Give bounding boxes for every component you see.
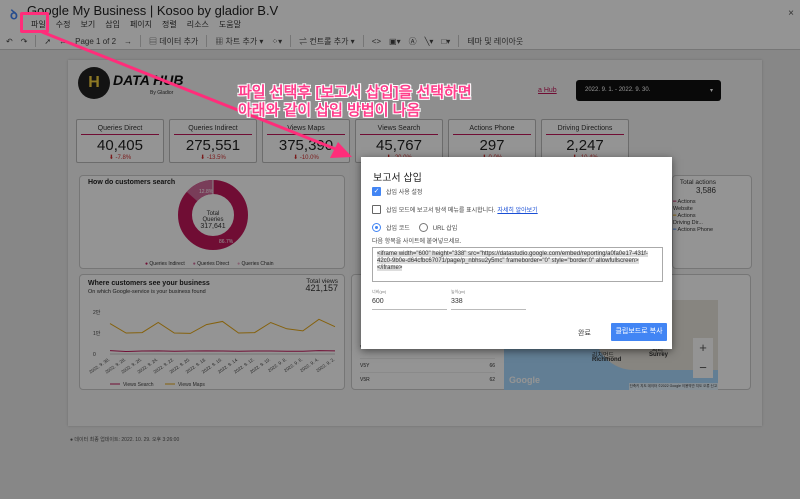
annotation-text: 파일 선택후 [보고서 삽입]을 선택하면 아래와 같이 삽입 방법이 나옴: [238, 84, 472, 120]
annotation-line-2: 아래와 같이 삽입 방법이 나옴: [238, 102, 421, 119]
annotation-arrow: [41, 30, 352, 158]
arrow-head-icon: [330, 142, 352, 158]
annotation-line-1: 파일 선택후 [보고서 삽입]을 선택하면: [238, 84, 472, 101]
